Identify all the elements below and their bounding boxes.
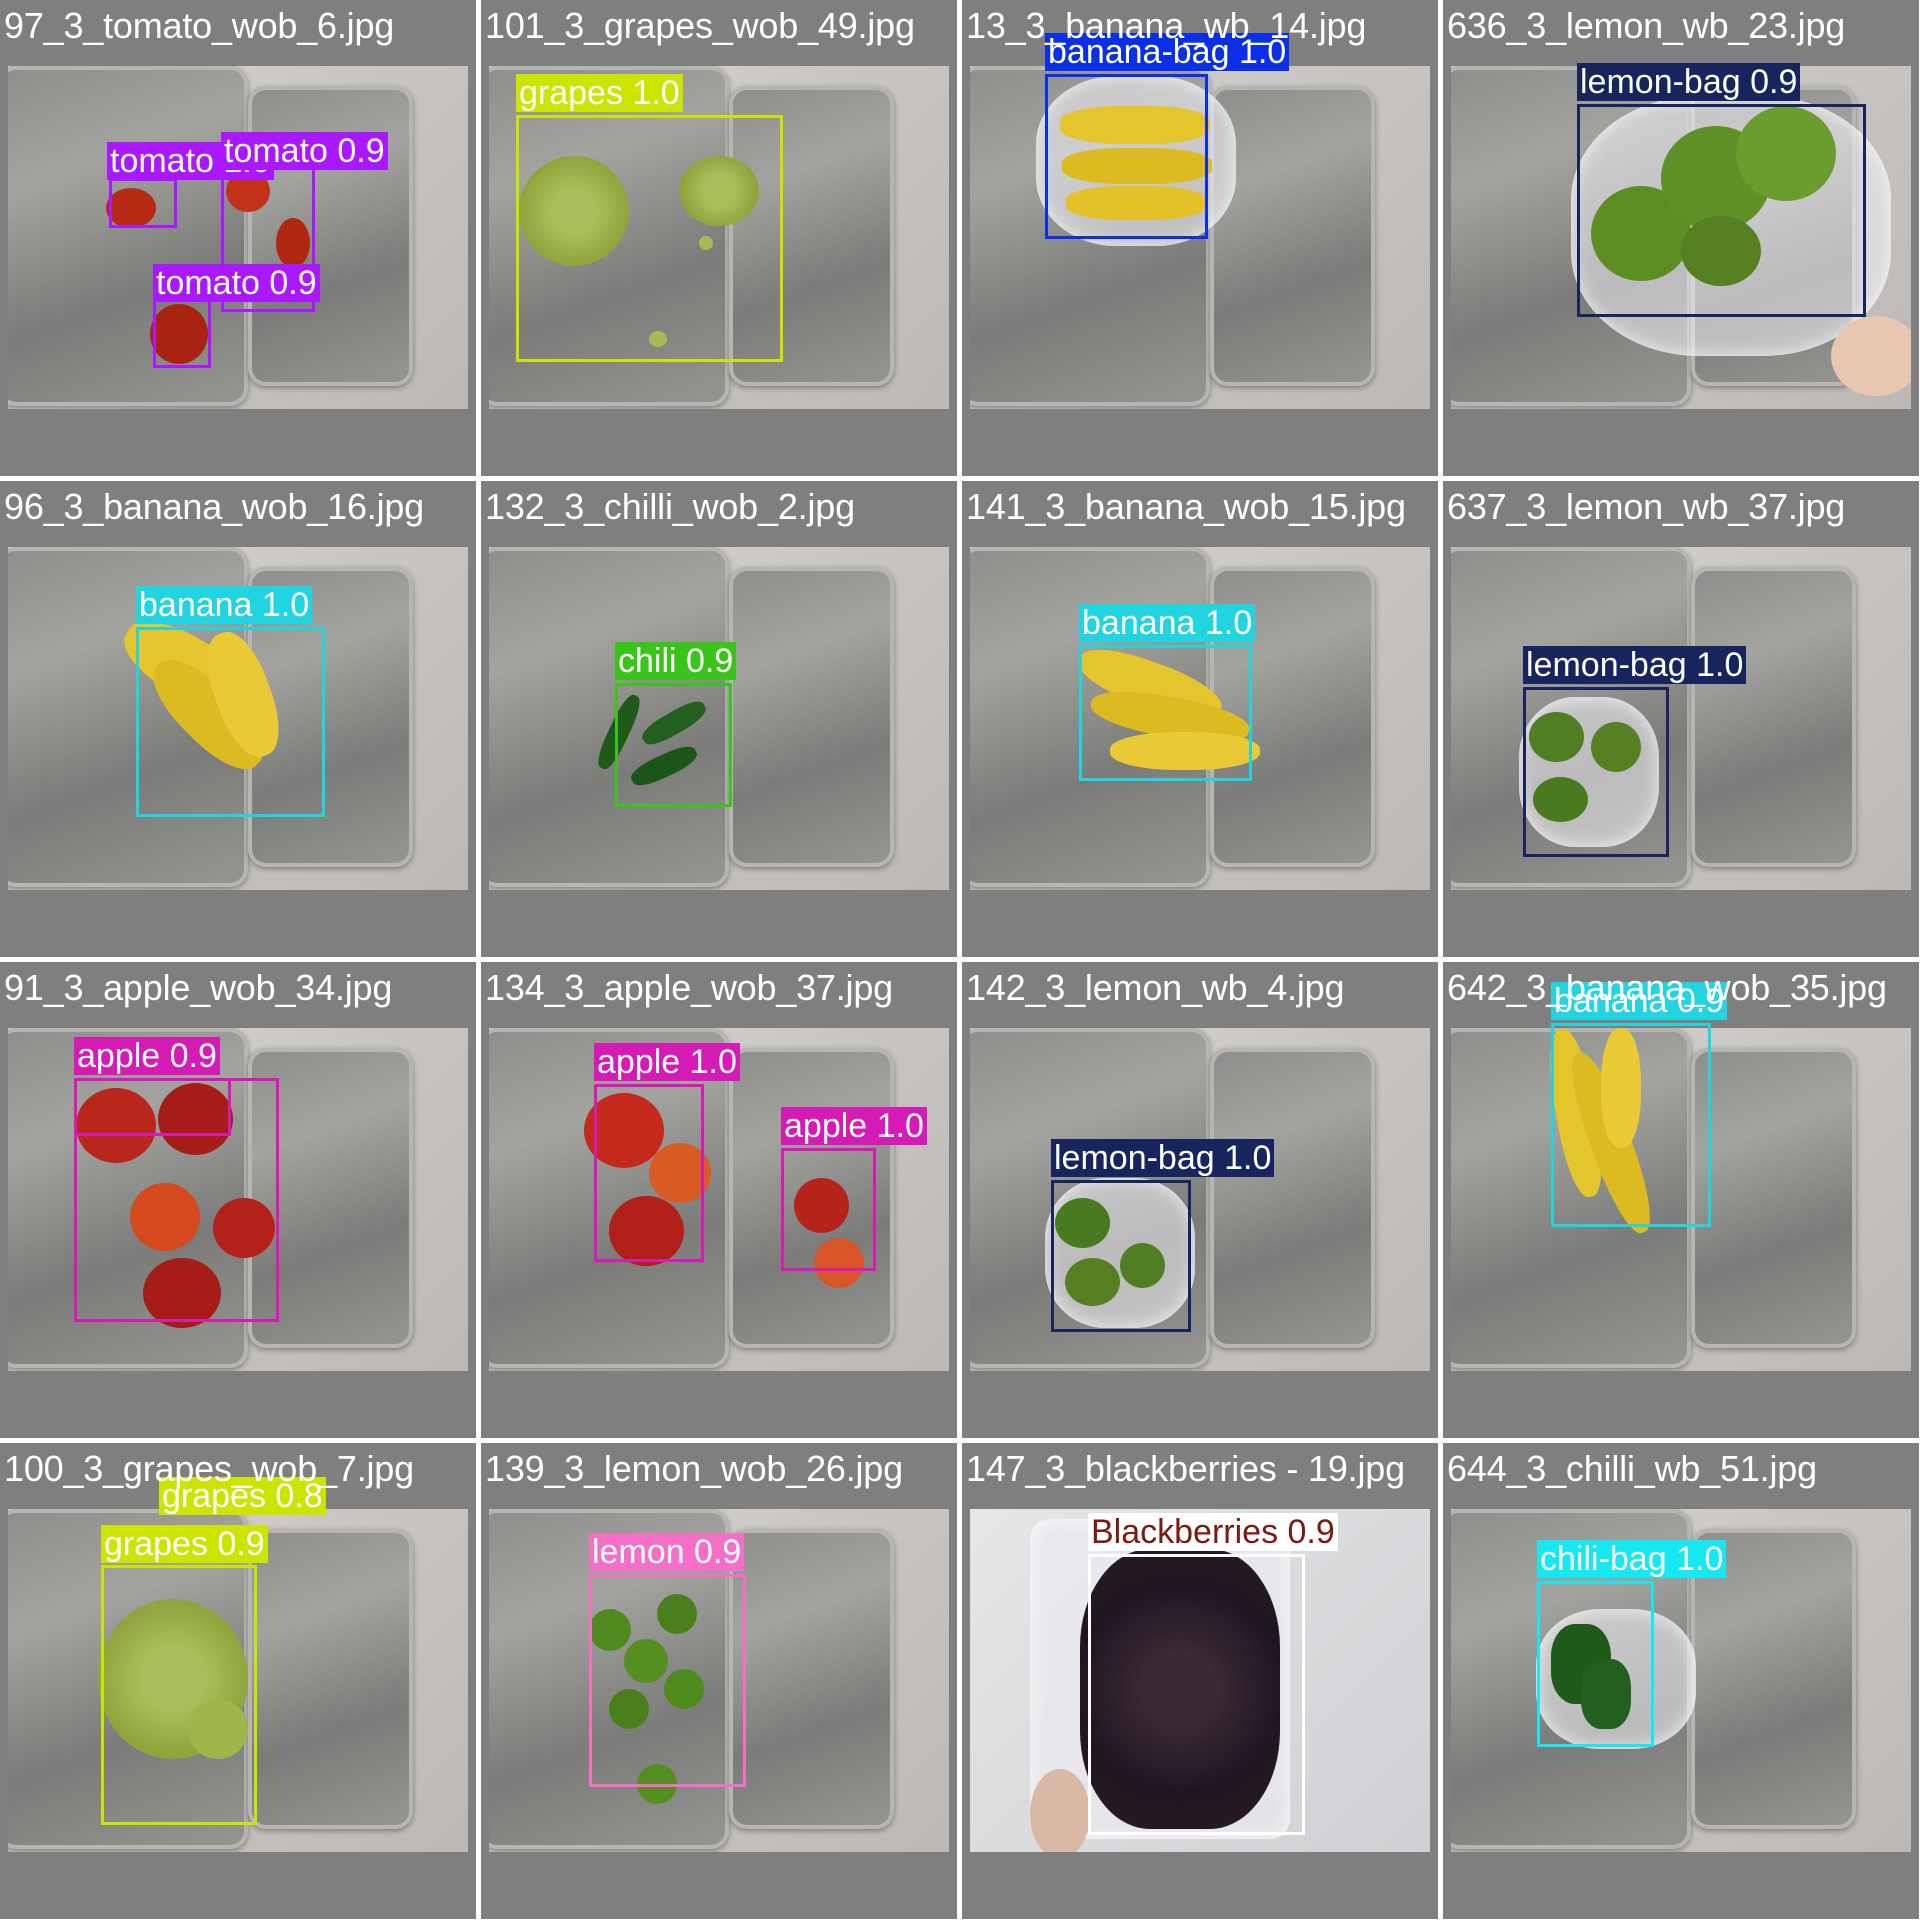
tile-4: 636_3_lemon_wb_23.jpg lemon-bag 0.9 — [1443, 0, 1919, 476]
tile-3: 13_3_banana_wb_14.jpg banana-bag 1.0 — [962, 0, 1438, 476]
detection-box — [136, 627, 325, 817]
detection-box — [153, 296, 211, 368]
detection-label: lemon-bag 1.0 — [1051, 1139, 1275, 1177]
tile-13: 100_3_grapes_wob_7.jpg grapes 0.8 grapes… — [0, 1443, 476, 1919]
detection-box — [109, 178, 177, 228]
tile-filename: 139_3_lemon_wob_26.jpg — [485, 1448, 903, 1489]
tile-filename: 141_3_banana_wob_15.jpg — [966, 486, 1406, 527]
detection-box — [1551, 1023, 1711, 1227]
tile-filename: 142_3_lemon_wb_4.jpg — [966, 967, 1345, 1008]
tile-filename: 644_3_chilli_wb_51.jpg — [1447, 1448, 1817, 1489]
detection-label: chili-bag 1.0 — [1537, 1540, 1727, 1578]
detection-label: apple 1.0 — [594, 1043, 740, 1081]
tile-photo — [1451, 547, 1911, 890]
tile-10: 134_3_apple_wob_37.jpg apple 1.0 apple 1… — [481, 962, 957, 1438]
detection-box — [594, 1084, 704, 1262]
detection-box — [1577, 104, 1866, 317]
tile-6: 132_3_chilli_wob_2.jpg chili 0.9 — [481, 481, 957, 957]
tile-photo — [970, 1028, 1430, 1371]
detection-box — [1051, 1180, 1191, 1332]
tile-15: 147_3_blackberries - 19.jpg Blackberries… — [962, 1443, 1438, 1919]
detection-box — [1537, 1581, 1654, 1747]
tile-filename: 132_3_chilli_wob_2.jpg — [485, 486, 855, 527]
tile-1: 97_3_tomato_wob_6.jpg tomato 1.0 tomato … — [0, 0, 476, 476]
detection-box — [1079, 645, 1252, 781]
tile-filename: 637_3_lemon_wb_37.jpg — [1447, 486, 1846, 527]
tile-8: 637_3_lemon_wb_37.jpg lemon-bag 1.0 — [1443, 481, 1919, 957]
tile-7: 141_3_banana_wob_15.jpg banana 1.0 — [962, 481, 1438, 957]
tile-filename: 642_3_banana_wob_35.jpg — [1447, 967, 1887, 1008]
tile-14: 139_3_lemon_wob_26.jpg lemon 0.9 — [481, 1443, 957, 1919]
detection-label: lemon-bag 1.0 — [1523, 646, 1747, 684]
detection-box — [74, 1078, 279, 1322]
detection-label: grapes 0.9 — [101, 1525, 268, 1563]
detection-box — [781, 1148, 876, 1271]
tile-filename: 13_3_banana_wb_14.jpg — [966, 5, 1367, 46]
detection-label: lemon-bag 0.9 — [1577, 63, 1801, 101]
tile-filename: 96_3_banana_wob_16.jpg — [4, 486, 425, 527]
tile-filename: 147_3_blackberries - 19.jpg — [966, 1448, 1405, 1489]
tile-filename: 101_3_grapes_wob_49.jpg — [485, 5, 915, 46]
detection-box — [589, 1574, 746, 1787]
tile-filename: 97_3_tomato_wob_6.jpg — [4, 5, 395, 46]
detection-label: apple 1.0 — [781, 1107, 927, 1145]
detection-box — [1523, 687, 1669, 857]
detection-label: lemon 0.9 — [589, 1533, 745, 1571]
detection-label: chili 0.9 — [615, 642, 737, 680]
detection-box — [516, 115, 783, 362]
detection-label: apple 0.9 — [74, 1037, 220, 1075]
tile-2: 101_3_grapes_wob_49.jpg grapes 1.0 — [481, 0, 957, 476]
detection-label: grapes 1.0 — [516, 74, 683, 112]
detection-label: Blackberries 0.9 — [1088, 1513, 1338, 1551]
tile-12: 642_3_banana_wob_35.jpg banana 0.9 — [1443, 962, 1919, 1438]
tile-filename: 636_3_lemon_wb_23.jpg — [1447, 5, 1846, 46]
tile-filename: 100_3_grapes_wob_7.jpg — [4, 1448, 414, 1489]
detection-label: tomato 0.9 — [153, 264, 320, 302]
tile-16: 644_3_chilli_wb_51.jpg chili-bag 1.0 — [1443, 1443, 1919, 1919]
detection-label: banana 1.0 — [1079, 604, 1256, 642]
tile-filename: 91_3_apple_wob_34.jpg — [4, 967, 393, 1008]
detection-label: tomato 0.9 — [221, 132, 388, 170]
detection-box — [1088, 1554, 1305, 1835]
detection-box — [1045, 74, 1208, 239]
detection-box — [615, 683, 732, 807]
tile-filename: 134_3_apple_wob_37.jpg — [485, 967, 893, 1008]
detection-label: banana 1.0 — [136, 586, 313, 624]
tile-11: 142_3_lemon_wb_4.jpg lemon-bag 1.0 — [962, 962, 1438, 1438]
detection-box — [101, 1565, 257, 1825]
tile-9: 91_3_apple_wob_34.jpg apple 0.9 — [0, 962, 476, 1438]
tile-5: 96_3_banana_wob_16.jpg banana 1.0 — [0, 481, 476, 957]
